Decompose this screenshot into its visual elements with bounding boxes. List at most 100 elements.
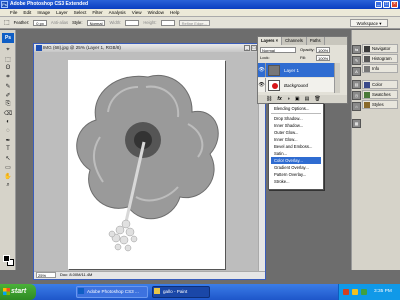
layers-scrollbar[interactable] [334,63,340,93]
color-icon [364,81,370,88]
pencil-tool-icon[interactable]: ✐ [2,91,14,99]
dock-strip-icon[interactable]: ◷ [352,91,361,100]
zoom-level-field[interactable]: 25% [36,272,56,278]
menu-item-stroke[interactable]: Stroke... [271,178,321,185]
fill-input[interactable]: 100% [316,55,330,61]
close-button[interactable]: × [391,1,398,8]
foreground-color-swatch[interactable] [3,255,10,262]
dock-strip-icon[interactable]: ▦ [352,119,361,128]
menu-item-color-overlay[interactable]: Color Overlay... [271,157,321,164]
refine-edge-button[interactable]: Refine Edge... [178,19,210,26]
document-title-bar[interactable]: IMG (68).jpg @ 25% (Layer 1, RGB/8) [34,44,265,52]
type-tool-icon[interactable]: T [2,145,14,153]
layer-row-layer-1[interactable]: 👁 Layer 1 [258,63,334,77]
menu-item-blending-options[interactable]: Blending Options... [271,105,321,112]
menu-window[interactable]: Window [148,10,164,15]
image-canvas[interactable] [68,60,225,269]
dock-strip-icon[interactable]: ⇆ [352,45,361,54]
tab-layers[interactable]: Layers × [258,37,283,45]
paint-task-icon [154,288,160,294]
menu-item-drop-shadow[interactable]: Drop Shadow... [271,115,321,122]
document-icon [36,45,42,51]
menu-help[interactable]: Help [170,10,179,15]
eye-icon[interactable]: 👁 [258,63,266,77]
window-title: Adobe Photoshop CS3 Extended [10,1,89,7]
tab-paths[interactable]: Paths [307,37,325,45]
width-input[interactable] [125,19,140,26]
style-select[interactable]: Normal [86,19,106,26]
system-clock[interactable]: 3:35 PM [374,284,392,300]
taskbar-photoshop[interactable]: Adobe Photoshop CS3 ... [76,286,148,298]
document-minimize-button[interactable]: _ [244,45,250,51]
gradient-tool-icon[interactable]: ◐ [2,118,14,126]
menu-layer[interactable]: Layer [56,10,68,15]
move-tool-icon[interactable]: ⌖ [2,46,14,54]
feather-input[interactable]: 0 px [33,19,47,26]
maximize-button[interactable]: □ [383,1,390,8]
workspace-button[interactable]: Workspace ▾ [350,19,388,27]
layers-panel-footer: ⛓ fx ◑ ▣ ▤ 🗑 [258,95,347,103]
marquee-tool-icon[interactable]: ⬚ [4,19,10,26]
menu-edit[interactable]: Edit [23,10,31,15]
menu-analysis[interactable]: Analysis [109,10,126,15]
menu-image[interactable]: Image [37,10,50,15]
dock-strip-icon[interactable]: A [352,67,361,76]
eraser-tool-icon[interactable]: ⌫ [2,109,14,117]
minimize-button[interactable]: _ [375,1,382,8]
blend-mode-select[interactable]: Normal [260,47,296,53]
opacity-input[interactable]: 100% [316,47,330,53]
dock-strip-icon[interactable]: ▤ [352,80,361,89]
menu-item-outer-glow[interactable]: Outer Glow... [271,129,321,136]
document-title: IMG (68).jpg @ 25% (Layer 1, RGB/8) [43,45,121,50]
zoom-tool-icon[interactable]: ⌕ [2,181,14,189]
fx-icon[interactable]: fx [277,96,281,102]
menu-item-pattern-overlay[interactable]: Pattern Overlay... [271,171,321,178]
pen-tool-icon[interactable]: ✒ [2,136,14,144]
hand-tool-icon[interactable]: ✋ [2,172,14,180]
layers-panel-tabs: Layers × Channels Paths [258,37,347,45]
menu-view[interactable]: View [132,10,142,15]
taskbar-paint[interactable]: gallo - Paint [152,286,210,298]
antialias-checkbox[interactable]: Anti-alias [51,20,68,25]
menu-item-bevel-emboss[interactable]: Bevel and Emboss... [271,143,321,150]
tray-app-icon[interactable] [343,289,349,295]
menu-item-gradient-overlay[interactable]: Gradient Overlay... [271,164,321,171]
lasso-tool-icon[interactable]: ʘ [2,64,14,72]
info-icon [364,65,370,72]
height-label: Height: [143,20,157,25]
height-input[interactable] [160,19,175,26]
menu-item-satin[interactable]: Satin... [271,150,321,157]
layer-row-background[interactable]: 👁 Background [258,78,334,92]
menu-filter[interactable]: Filter [92,10,102,15]
trash-icon[interactable]: 🗑 [314,96,320,102]
layer-mask-icon[interactable]: ◑ [287,96,290,102]
dodge-tool-icon[interactable]: ◌ [2,127,14,135]
menu-item-inner-glow[interactable]: Inner Glow... [271,136,321,143]
link-layers-icon[interactable]: ⛓ [266,96,272,102]
tray-app-icon[interactable] [352,289,358,295]
new-layer-icon[interactable]: ▤ [305,96,310,102]
tray-app-icon[interactable] [361,289,367,295]
menu-file[interactable]: File [10,10,17,15]
navigator-icon [364,45,370,52]
layer-thumbnail [268,64,280,76]
dock-strip-icon[interactable]: ⌂ [352,102,361,111]
hibiscus-image [76,75,219,252]
shape-tool-icon[interactable]: ▭ [2,163,14,171]
photoshop-app-icon[interactable]: Ps [1,1,8,8]
layer-thumbnail [268,79,280,91]
menu-item-inner-shadow[interactable]: Inner Shadow... [271,122,321,129]
menu-select[interactable]: Select [74,10,87,15]
eye-icon[interactable]: 👁 [258,78,266,92]
dock-strip-icon[interactable]: ✎ [352,56,361,65]
crop-tool-icon[interactable]: ⌗ [2,73,14,81]
path-select-tool-icon[interactable]: ↖ [2,154,14,162]
tab-channels[interactable]: Channels [282,37,307,45]
brush-tool-icon[interactable]: ✎ [2,82,14,90]
clone-stamp-tool-icon[interactable]: ⎘ [2,100,14,108]
marquee-tool-icon[interactable]: ⬚ [2,55,14,63]
window-title-bar[interactable]: Adobe Photoshop CS3 Extended [0,0,400,9]
ps-logo[interactable]: Ps [2,33,14,43]
adjustment-layer-icon[interactable]: ▣ [295,96,300,102]
document-size-info[interactable]: Doc: 8.00M/11.4M [60,271,92,279]
